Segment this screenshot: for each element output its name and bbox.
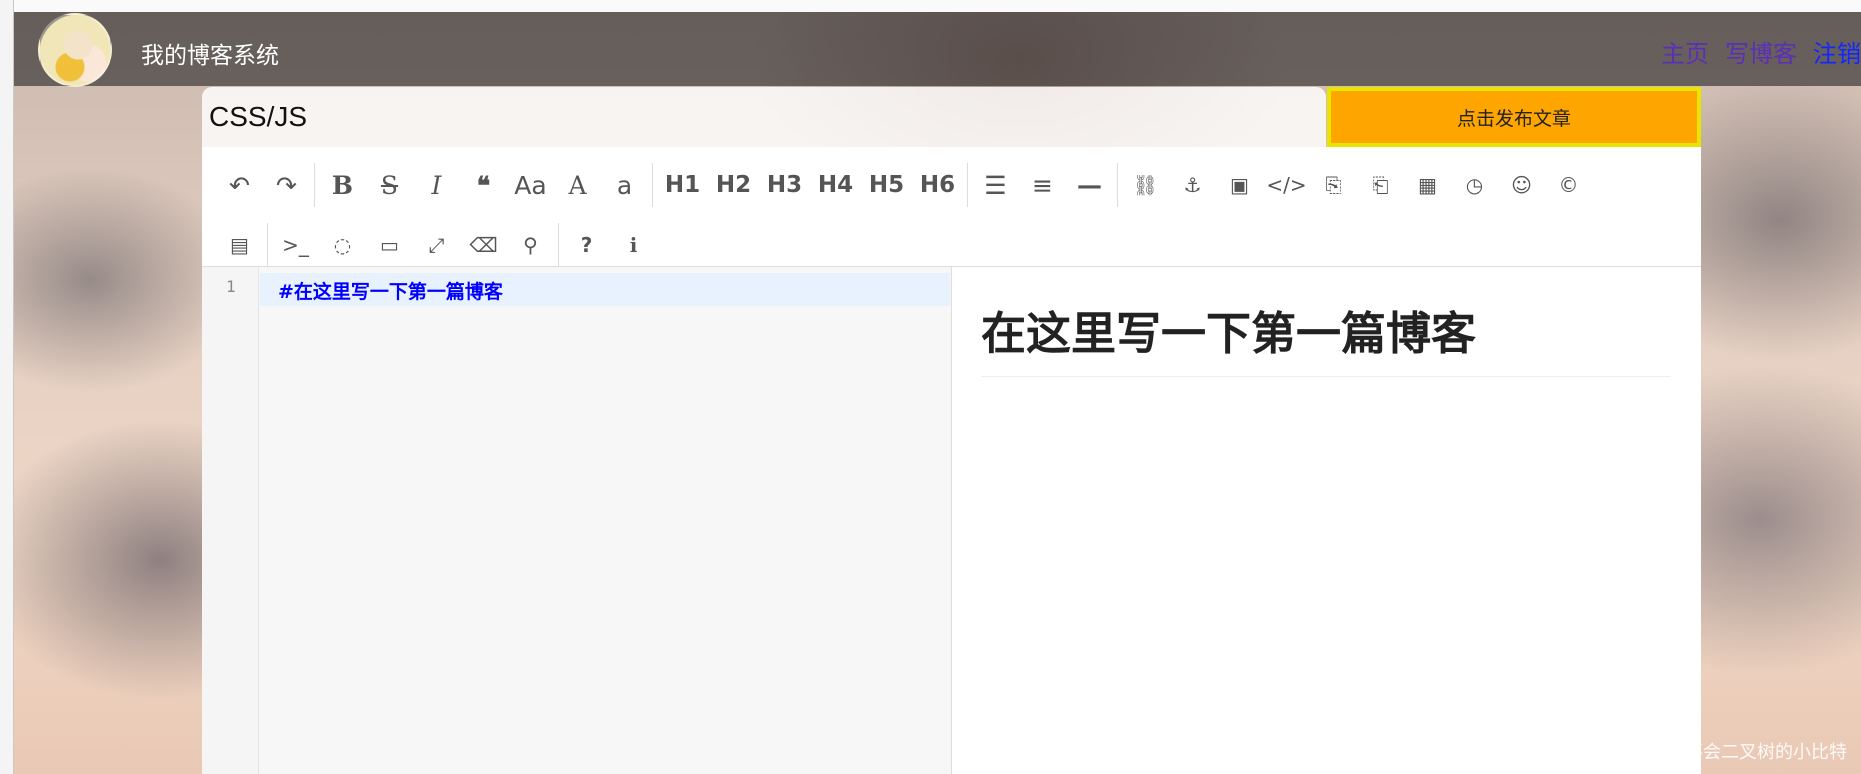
unordered-list-icon[interactable]: ☰ bbox=[972, 163, 1019, 207]
fullscreen-preview-icon[interactable]: ▭ bbox=[366, 223, 413, 267]
horizontal-rule-icon[interactable]: — bbox=[1066, 163, 1113, 207]
strikethrough-icon[interactable]: S bbox=[366, 163, 413, 207]
nav-write-link[interactable]: 写博客 bbox=[1725, 34, 1797, 69]
h6-icon[interactable]: H6 bbox=[912, 163, 963, 207]
table-icon[interactable]: ▦ bbox=[1404, 163, 1451, 207]
toolbar-divider bbox=[652, 163, 653, 207]
publish-button[interactable]: 点击发布文章 bbox=[1327, 87, 1701, 147]
quote-icon[interactable]: ❝ bbox=[460, 163, 507, 207]
preview-heading: 在这里写一下第一篇博客 bbox=[981, 297, 1671, 377]
h2-icon[interactable]: H2 bbox=[708, 163, 759, 207]
markdown-input-pane[interactable]: 1 #在这里写一下第一篇博客 bbox=[202, 267, 952, 774]
nav-home-link[interactable]: 主页 bbox=[1661, 34, 1709, 69]
avatar[interactable] bbox=[38, 13, 112, 87]
toolbar-row-1: ↶ ↷ B S I ❝ Aa A a H1 H2 H3 H4 H5 H6 ☰ ≡… bbox=[216, 155, 1701, 215]
preformatted-icon[interactable]: ⎗ bbox=[1357, 163, 1404, 207]
h3-icon[interactable]: H3 bbox=[759, 163, 810, 207]
nav-logout-link[interactable]: 注销 bbox=[1813, 34, 1861, 69]
code-icon[interactable]: </> bbox=[1263, 163, 1310, 207]
h5-icon[interactable]: H5 bbox=[861, 163, 912, 207]
html-entities-icon[interactable]: © bbox=[1545, 163, 1592, 207]
toggle-preview-icon[interactable]: ◌ bbox=[319, 223, 366, 267]
toolbar-row-2: ▤ >_ ◌ ▭ ⤢ ⌫ ⚲ ? i bbox=[216, 215, 1701, 275]
italic-icon[interactable]: I bbox=[413, 163, 460, 207]
toolbar-divider bbox=[314, 163, 315, 207]
markdown-line[interactable]: #在这里写一下第一篇博客 bbox=[260, 273, 950, 306]
markdown-editor: ↶ ↷ B S I ❝ Aa A a H1 H2 H3 H4 H5 H6 ☰ ≡… bbox=[202, 147, 1701, 774]
search-icon[interactable]: ⚲ bbox=[507, 223, 554, 267]
h1-icon[interactable]: H1 bbox=[657, 163, 708, 207]
lowercase-icon[interactable]: a bbox=[601, 163, 648, 207]
navbar: 我的博客系统 主页 写博客 注销 bbox=[14, 12, 1861, 87]
toolbar-divider bbox=[558, 223, 559, 267]
clear-icon[interactable]: ⌫ bbox=[460, 223, 507, 267]
line-number-gutter: 1 bbox=[202, 267, 259, 774]
top-border bbox=[0, 0, 1861, 12]
csdn-watermark: CSDN @学不会二叉树的小比特 bbox=[1591, 742, 1847, 763]
link-icon[interactable]: ⛓ bbox=[1122, 163, 1169, 207]
line-number: 1 bbox=[226, 277, 236, 296]
image-icon[interactable]: ▣ bbox=[1216, 163, 1263, 207]
toolbar-divider bbox=[267, 223, 268, 267]
pagebreak-icon[interactable]: ▤ bbox=[216, 223, 263, 267]
code-block-icon[interactable]: ⎘ bbox=[1310, 163, 1357, 207]
undo-icon[interactable]: ↶ bbox=[216, 163, 263, 207]
fullscreen-icon[interactable]: ⤢ bbox=[413, 223, 460, 267]
h4-icon[interactable]: H4 bbox=[810, 163, 861, 207]
uppercase-all-icon[interactable]: A bbox=[554, 163, 601, 207]
toolbar-divider bbox=[1117, 163, 1118, 207]
emoji-icon[interactable]: ☺ bbox=[1498, 163, 1545, 207]
editor-toolbar: ↶ ↷ B S I ❝ Aa A a H1 H2 H3 H4 H5 H6 ☰ ≡… bbox=[202, 147, 1701, 267]
window-left-edge bbox=[0, 0, 14, 774]
info-icon[interactable]: i bbox=[610, 223, 657, 267]
goto-line-icon[interactable]: >_ bbox=[272, 223, 319, 267]
uppercase-icon[interactable]: Aa bbox=[507, 163, 554, 207]
anchor-icon[interactable]: ⚓ bbox=[1169, 163, 1216, 207]
bold-icon[interactable]: B bbox=[319, 163, 366, 207]
help-icon[interactable]: ? bbox=[563, 223, 610, 267]
toolbar-divider bbox=[967, 163, 968, 207]
ordered-list-icon[interactable]: ≡ bbox=[1019, 163, 1066, 207]
redo-icon[interactable]: ↷ bbox=[263, 163, 310, 207]
site-title: 我的博客系统 bbox=[141, 43, 279, 69]
markdown-preview-pane: 在这里写一下第一篇博客 bbox=[953, 267, 1701, 774]
nav-links: 主页 写博客 注销 bbox=[1661, 34, 1861, 69]
datetime-icon[interactable]: ◷ bbox=[1451, 163, 1498, 207]
article-title-input[interactable] bbox=[202, 87, 1326, 147]
